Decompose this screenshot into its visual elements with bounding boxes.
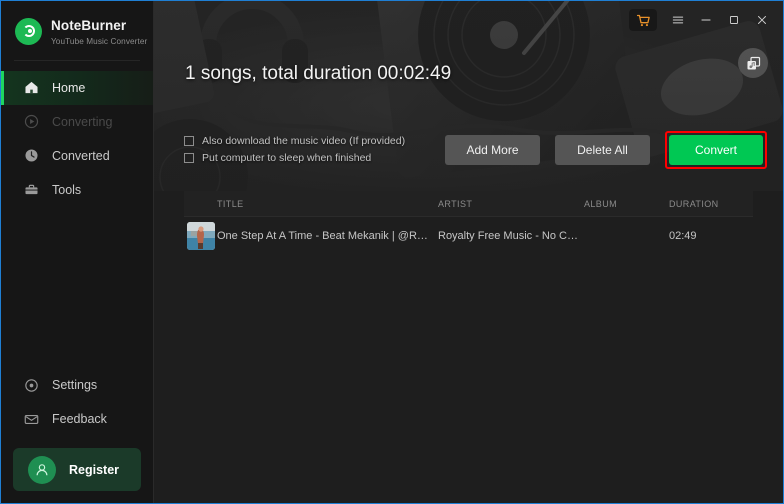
option-label-sleep-when-finished: Put computer to sleep when finished [202,151,372,164]
sidebar-divider [14,59,140,61]
sidebar-item-converting[interactable]: Converting [1,105,153,139]
option-label-download-video: Also download the music video (If provid… [202,134,406,147]
converting-icon [24,115,39,129]
checkbox-sleep-when-finished[interactable] [184,152,194,163]
brand-header: NoteBurner YouTube Music Converter [1,1,153,46]
sidebar-item-label-converted: Converted [52,148,110,163]
add-more-button[interactable]: Add More [445,135,540,165]
toolbox-icon [25,185,38,195]
sidebar-item-settings[interactable]: Settings [1,368,153,402]
sidebar-item-label-feedback: Feedback [52,412,107,426]
cell-artist: Royalty Free Music - No Copy... [438,230,578,242]
register-label: Register [69,462,120,477]
convert-button-highlight: Convert [665,131,767,169]
home-icon [25,82,38,94]
noteburner-logo-icon [15,18,42,46]
sidebar: NoteBurner YouTube Music Converter Home … [1,1,154,503]
column-header-duration: DURATION [669,199,719,209]
banner-options: Also download the music video (If provid… [184,132,405,166]
minimize-button[interactable] [693,9,719,31]
user-avatar-icon [28,455,56,484]
delete-all-button[interactable]: Delete All [555,135,650,165]
song-list: One Step At A Time - Beat Mekanik | @RF.… [154,217,783,502]
banner-header: 1 songs, total duration 00:02:49 Also do… [154,1,783,191]
brand-subtitle: YouTube Music Converter [51,36,148,46]
sidebar-item-converted[interactable]: Converted [1,139,153,173]
register-button[interactable]: Register [13,448,141,491]
close-button[interactable] [749,9,775,31]
music-library-button[interactable] [738,48,768,78]
music-library-icon [746,56,760,70]
checkbox-download-video[interactable] [184,135,194,146]
sidebar-item-home[interactable]: Home [1,70,153,105]
song-thumbnail [187,222,215,250]
hamburger-menu-icon [672,16,684,24]
clock-icon [25,149,38,162]
envelope-icon [24,414,39,424]
sidebar-item-feedback[interactable]: Feedback [1,402,153,436]
option-sleep-when-finished[interactable]: Put computer to sleep when finished [184,149,405,166]
banner-actions: Add More Delete All Convert [445,131,767,169]
close-icon [758,16,766,24]
sidebar-bottom-nav: Settings Feedback Register [1,368,153,491]
sidebar-item-tools[interactable]: Tools [1,173,153,207]
sidebar-item-label-home: Home [52,80,86,95]
column-header-title: TITLE [217,199,244,209]
brand-name: NoteBurner [51,18,127,33]
noteburner-window: NoteBurner YouTube Music Converter Home … [0,0,784,504]
songs-summary: 1 songs, total duration 00:02:49 [185,63,452,84]
table-header: TITLE ARTIST ALBUM DURATION [184,191,753,217]
window-controls [629,9,775,31]
shopping-cart-icon [636,14,650,26]
gear-icon [25,378,38,392]
sidebar-nav: Home Converting Converted Tools [1,70,153,207]
column-header-album: ALBUM [584,199,618,209]
cell-duration: 02:49 [669,230,697,242]
sidebar-item-label-tools: Tools [52,182,82,197]
maximize-icon [730,16,738,24]
menu-button[interactable] [665,9,691,31]
shopping-cart-button[interactable] [629,9,657,31]
main-content: 1 songs, total duration 00:02:49 Also do… [154,1,783,503]
minimize-icon [701,19,711,21]
convert-button[interactable]: Convert [669,135,763,165]
column-header-artist: ARTIST [438,199,473,209]
sidebar-item-label-converting: Converting [52,114,113,129]
sidebar-item-label-settings: Settings [52,378,98,392]
cell-title: One Step At A Time - Beat Mekanik | @RF.… [217,230,429,242]
maximize-button[interactable] [721,9,747,31]
table-row[interactable]: One Step At A Time - Beat Mekanik | @RF.… [184,217,753,255]
option-download-video[interactable]: Also download the music video (If provid… [184,132,405,149]
brand-text: NoteBurner YouTube Music Converter [51,18,147,46]
